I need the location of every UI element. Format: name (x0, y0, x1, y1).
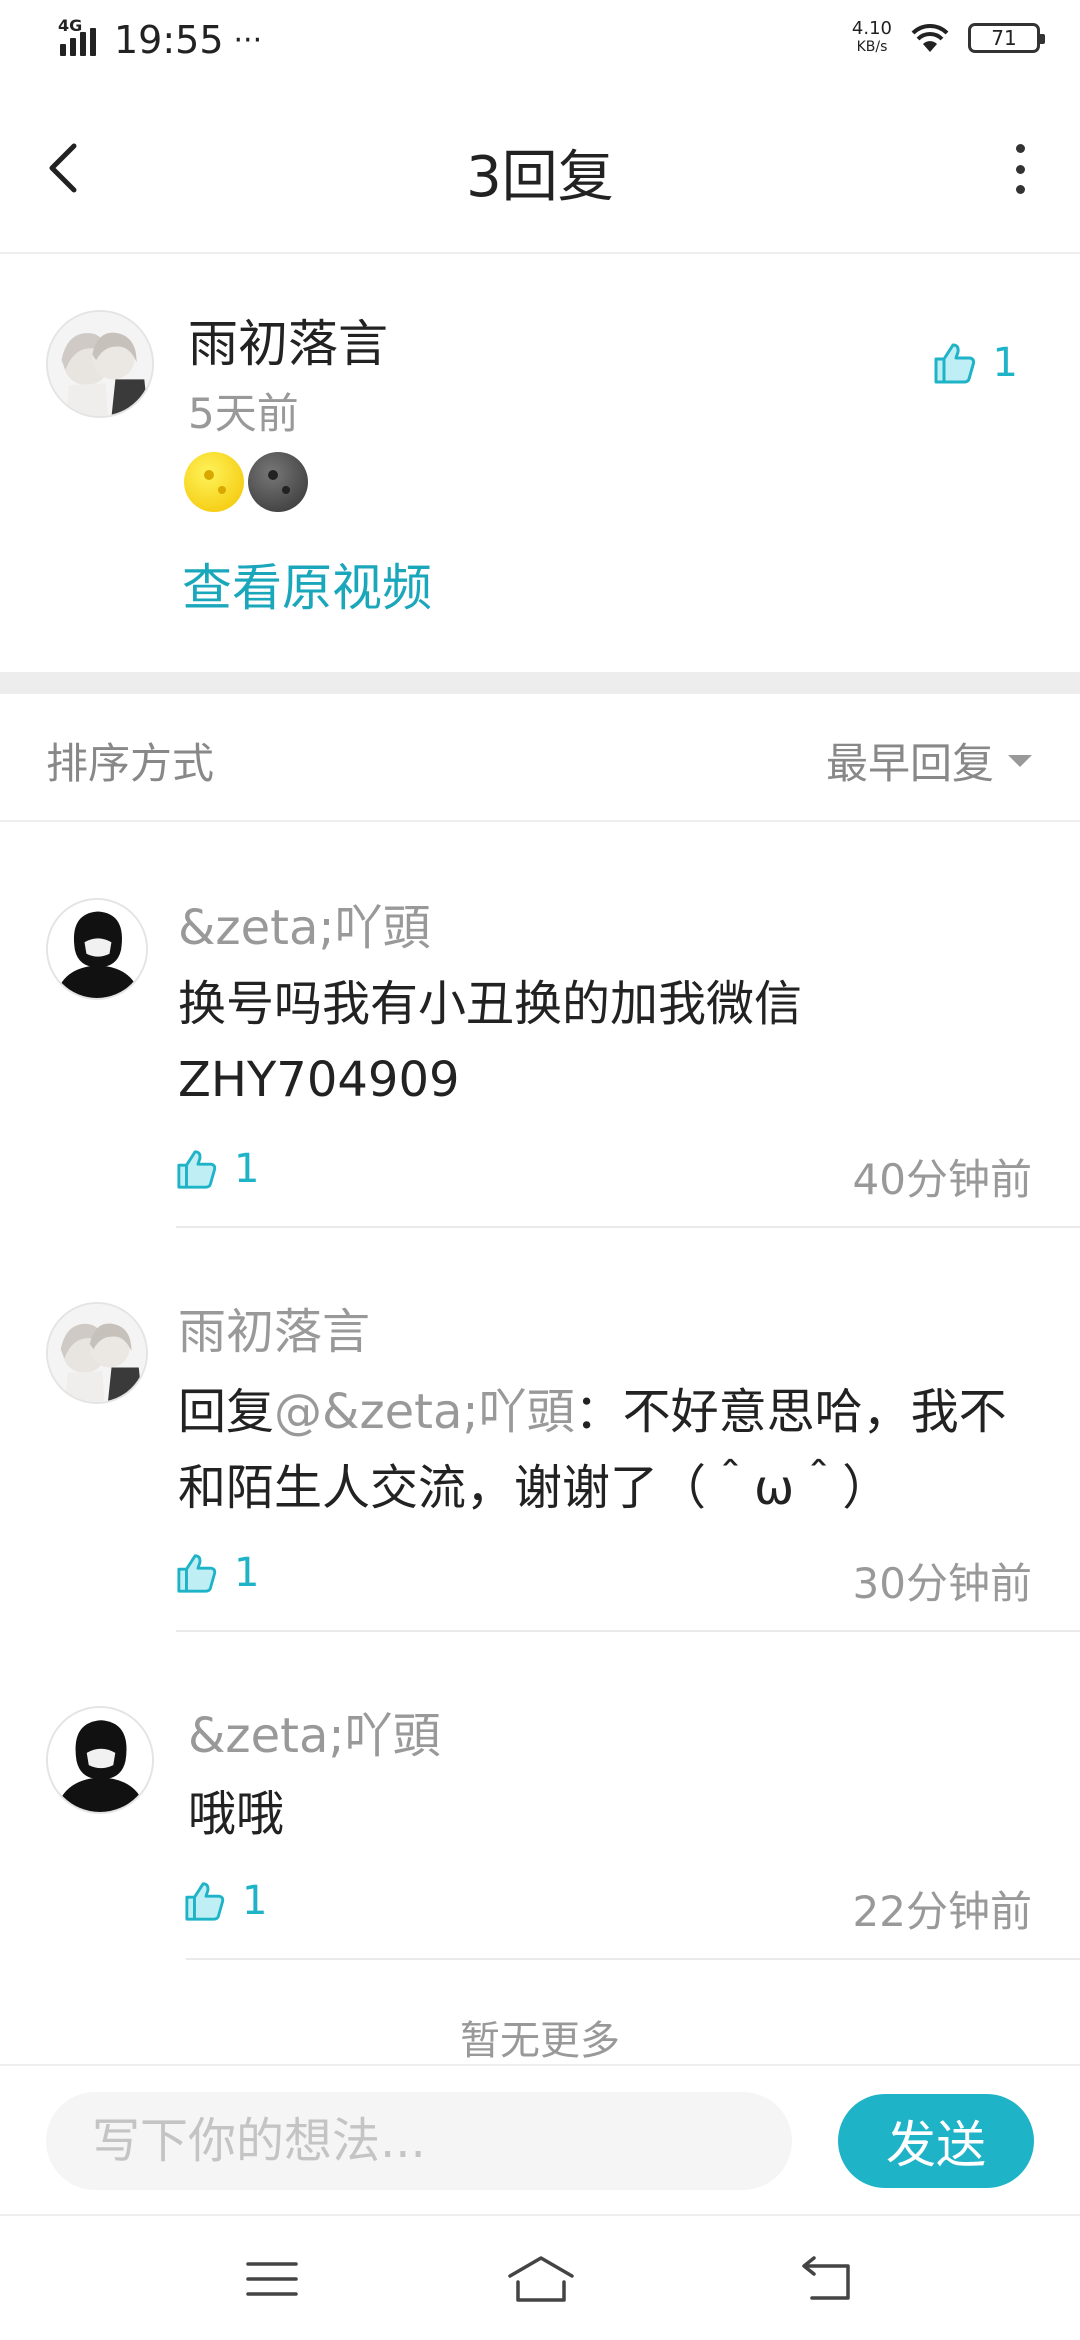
network-type: 4G (58, 16, 83, 35)
net-speed-value: 4.10 (851, 18, 892, 39)
reply-like-button[interactable]: 1 (184, 1878, 267, 1924)
sort-selected: 最早回复 (825, 739, 994, 788)
anime-avatar-image (48, 312, 152, 416)
anime-avatar-image (48, 1304, 146, 1402)
reply-time: 22分钟前 (852, 1887, 1032, 1936)
more-vertical-icon[interactable] (1008, 144, 1032, 194)
back-icon (802, 2256, 850, 2300)
status-time: 19:55 (114, 18, 224, 62)
divider (186, 1958, 1080, 1960)
like-count: 1 (234, 1550, 260, 1596)
sort-row: 排序方式 最早回复 (0, 694, 1080, 822)
avatar[interactable] (46, 1706, 154, 1814)
avatar[interactable] (46, 898, 148, 1000)
thumbs-up-icon (177, 1554, 217, 1593)
reply-time: 40分钟前 (852, 1155, 1032, 1204)
reply-like-button[interactable]: 1 (176, 1550, 259, 1596)
thumbs-up-icon (185, 1882, 225, 1921)
home-icon (508, 2256, 574, 2302)
send-button[interactable]: 发送 (838, 2094, 1034, 2188)
reply-text: 哦哦 (188, 1786, 285, 1842)
like-count: 1 (242, 1878, 268, 1924)
status-left: 4G 19:55 ··· (58, 16, 263, 62)
reply-prefix: 回复 (178, 1384, 275, 1440)
thumbs-up-icon (934, 343, 975, 384)
system-nav-bar (0, 2214, 1080, 2340)
dark-moon-emoji (248, 452, 308, 512)
main-comment-time: 5天前 (188, 389, 299, 438)
home-button[interactable] (506, 2254, 576, 2304)
header: 3回复 (0, 84, 1080, 254)
like-count: 1 (992, 340, 1018, 386)
mention-link[interactable]: @&zeta;吖頭 (274, 1384, 575, 1440)
like-count: 1 (234, 1146, 260, 1192)
divider (176, 1630, 1080, 1632)
status-right: 4.10 KB/s 71 (852, 20, 1045, 56)
reply-time: 30分钟前 (852, 1559, 1032, 1608)
reply-text: 换号吗我有小丑换的加我微信ZHY704909 (178, 976, 803, 1108)
view-original-video-link[interactable]: 查看原视频 (182, 548, 432, 620)
reply-author[interactable]: &zeta;吖頭 (188, 1696, 441, 1766)
status-bar: 4G 19:55 ··· 4.10 KB/s 71 (0, 0, 1080, 84)
sort-dropdown[interactable]: 最早回复 (826, 730, 1032, 791)
reply-author[interactable]: &zeta;吖頭 (178, 888, 431, 958)
net-speed-unit: KB/s (856, 39, 888, 55)
menu-icon (246, 2262, 298, 2296)
reply-like-button[interactable]: 1 (176, 1146, 259, 1192)
divider (176, 1226, 1080, 1228)
reply-text: 回复@&zeta;吖頭：不好意思哈，我不和陌生人交流，谢谢了（＾ω＾） (178, 1374, 1038, 1526)
battery-level: 71 (991, 26, 1017, 50)
signal-icon: 4G (58, 16, 104, 60)
chevron-down-icon (1008, 754, 1032, 767)
dark-figure-avatar-image (48, 1708, 152, 1812)
reply-author[interactable]: 雨初落言 (178, 1292, 370, 1362)
page-title: 3回复 (466, 145, 614, 210)
sort-label: 排序方式 (46, 739, 215, 788)
wifi-icon (911, 23, 949, 52)
system-back-button[interactable] (796, 2254, 856, 2304)
composer-bar: 发送 (0, 2064, 1080, 2214)
section-separator (0, 672, 1080, 694)
main-comment-author[interactable]: 雨初落言 (188, 304, 388, 376)
battery-icon: 71 (968, 23, 1045, 53)
avatar[interactable] (46, 310, 154, 418)
comment-input[interactable] (46, 2092, 792, 2190)
thumbs-up-icon (177, 1150, 217, 1189)
avatar[interactable] (46, 1302, 148, 1404)
dark-figure-avatar-image (48, 900, 146, 998)
menu-button[interactable] (242, 2254, 302, 2304)
main-comment-like-button[interactable]: 1 (933, 340, 1018, 386)
status-dots: ··· (233, 22, 263, 58)
net-speed: 4.10 KB/s (852, 20, 892, 56)
no-more-text: 暂无更多 (460, 2018, 620, 2064)
yellow-moon-emoji (184, 452, 244, 512)
